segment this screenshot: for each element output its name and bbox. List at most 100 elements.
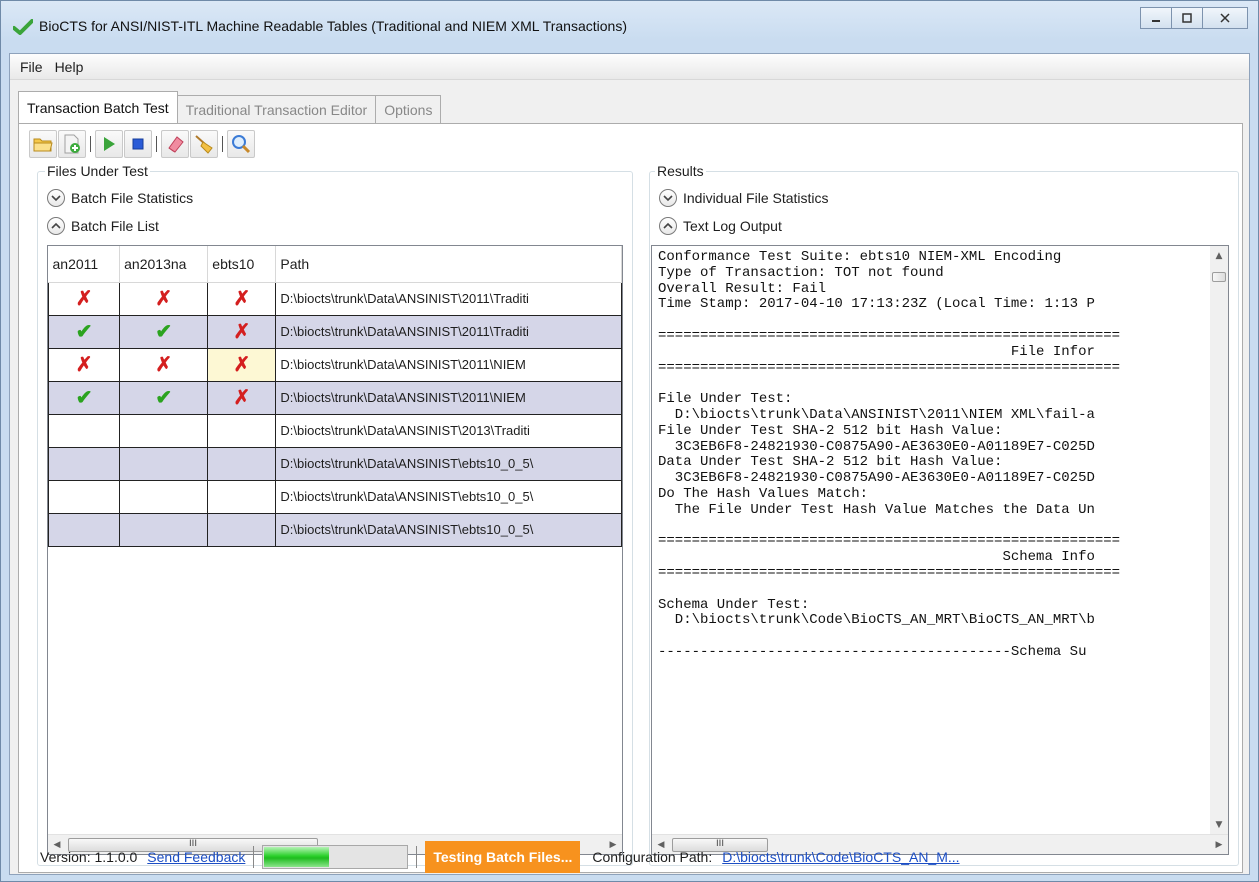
result-cell-an2013na[interactable]: ✔ [119, 314, 209, 349]
table-row[interactable]: ✗ ✗ ✗ D:\biocts\trunk\Data\ANSINIST\2011\Tr… [48, 281, 622, 316]
log-line: Time Stamp: 2017-04-10 17:13:23Z (Local … [658, 296, 1095, 313]
result-cell-ebts10[interactable]: ✗ [207, 380, 277, 415]
result-cell-an2011[interactable]: ✗ [48, 347, 121, 382]
result-cell-an2013na[interactable]: ✔ [119, 380, 209, 415]
log-line: ========================================… [658, 359, 1121, 376]
column-header-an2013na[interactable]: an2013na [119, 246, 209, 283]
log-line: 3C3EB6F8-24821930-C0875A90-AE3630E0-A011… [658, 438, 1095, 455]
text-log-output-label: Text Log Output [683, 218, 782, 234]
x-icon: ✗ [155, 354, 173, 376]
log-line: Schema Info [658, 549, 1095, 566]
x-icon: ✗ [75, 288, 93, 310]
log-vscroll-thumb[interactable] [1212, 272, 1226, 282]
scroll-up-icon[interactable]: ▲ [1210, 246, 1228, 265]
clear-button[interactable] [190, 130, 218, 158]
path-cell[interactable]: D:\biocts\trunk\Data\ANSINIST\ebts10_0_5… [275, 512, 622, 547]
result-cell-an2011[interactable]: ✔ [48, 380, 121, 415]
toolbar-separator [90, 136, 92, 152]
result-cell-an2013na[interactable]: ✗ [119, 281, 209, 316]
add-file-button[interactable] [58, 130, 86, 158]
open-button[interactable] [29, 130, 57, 158]
batch-file-statistics-label: Batch File Statistics [71, 190, 194, 206]
table-header-row: an2011 an2013na ebts10 Path [48, 246, 622, 283]
path-cell[interactable]: D:\biocts\trunk\Data\ANSINIST\2011\Tradi… [275, 314, 622, 349]
path-cell[interactable]: D:\biocts\trunk\Data\ANSINIST\2011\NIEM [275, 380, 622, 415]
batch-file-grid[interactable]: an2011 an2013na ebts10 Path ✗ ✗ ✗ D:\biocts… [47, 245, 623, 855]
run-button[interactable] [95, 130, 123, 158]
path-cell[interactable]: D:\biocts\trunk\Data\ANSINIST\2011\NIEM [275, 347, 622, 382]
result-cell-an2013na[interactable]: ✗ [119, 347, 209, 382]
result-cell-an2013na[interactable] [119, 446, 209, 481]
individual-file-statistics-expander[interactable]: Individual File Statistics [659, 189, 829, 207]
text-log-box[interactable]: Conformance Test Suite: ebts10 NIEM-XML … [651, 245, 1229, 855]
result-cell-ebts10[interactable]: ✗ [207, 314, 277, 349]
result-cell-ebts10[interactable]: ✗ [207, 281, 277, 316]
batch-file-list-expander[interactable]: Batch File List [47, 217, 159, 235]
magnifier-icon [232, 135, 251, 154]
erase-button[interactable] [161, 130, 189, 158]
result-cell-ebts10[interactable]: ✗ [207, 347, 277, 382]
result-cell-ebts10[interactable] [207, 479, 277, 514]
table-row[interactable]: D:\biocts\trunk\Data\ANSINIST\2013\Tradi… [48, 413, 622, 448]
check-icon: ✔ [75, 387, 93, 409]
result-cell-an2011[interactable] [48, 512, 121, 547]
testing-status-badge: Testing Batch Files... [425, 841, 581, 873]
table-row[interactable]: ✗ ✗ ✗ D:\biocts\trunk\Data\ANSINIST\2011\NI… [48, 347, 622, 382]
column-header-an2011[interactable]: an2011 [48, 246, 121, 283]
open-folder-icon [33, 138, 53, 152]
table-row[interactable]: D:\biocts\trunk\Data\ANSINIST\ebts10_0_5… [48, 446, 622, 481]
path-cell[interactable]: D:\biocts\trunk\Data\ANSINIST\2013\Tradi… [275, 413, 622, 448]
result-cell-an2011[interactable] [48, 479, 121, 514]
table-row[interactable]: ✔ ✔ ✗ D:\biocts\trunk\Data\ANSINIST\2011\NI… [48, 380, 622, 415]
result-cell-ebts10[interactable] [207, 413, 277, 448]
result-cell-ebts10[interactable] [207, 512, 277, 547]
log-vertical-scrollbar[interactable]: ▲ ▼ [1210, 246, 1228, 834]
menu-file[interactable]: File [14, 59, 49, 75]
stop-button[interactable] [124, 130, 152, 158]
batch-file-statistics-expander[interactable]: Batch File Statistics [47, 189, 193, 207]
result-cell-an2011[interactable] [48, 413, 121, 448]
table-row[interactable]: ✔ ✔ ✗ D:\biocts\trunk\Data\ANSINIST\2011\Tr… [48, 314, 622, 349]
configuration-path-link[interactable]: D:\biocts\trunk\Code\BioCTS_AN_M... [722, 849, 959, 865]
path-cell[interactable]: D:\biocts\trunk\Data\ANSINIST\ebts10_0_5… [275, 479, 622, 514]
title-bar[interactable]: BioCTS for ANSI/NIST-ITL Machine Readabl… [1, 1, 1258, 53]
column-header-ebts10[interactable]: ebts10 [207, 246, 277, 283]
log-line: D:\biocts\trunk\Code\BioCTS_AN_MRT\BioCT… [658, 612, 1095, 629]
result-cell-an2011[interactable]: ✗ [48, 281, 121, 316]
batch-file-list-label: Batch File List [71, 218, 159, 234]
minimize-button[interactable] [1140, 7, 1172, 29]
log-line: ========================================… [658, 564, 1121, 581]
log-line: ========================================… [658, 533, 1121, 550]
tab-strip: Transaction Batch Test Traditional Trans… [18, 91, 442, 123]
scroll-down-icon[interactable]: ▼ [1210, 815, 1228, 834]
close-button[interactable] [1202, 7, 1248, 29]
check-icon: ✔ [155, 321, 173, 343]
table-row[interactable]: D:\biocts\trunk\Data\ANSINIST\ebts10_0_5… [48, 512, 622, 547]
result-cell-an2011[interactable]: ✔ [48, 314, 121, 349]
close-icon [1220, 13, 1230, 23]
progress-fill [264, 847, 330, 867]
text-log-content[interactable]: Conformance Test Suite: ebts10 NIEM-XML … [658, 250, 1198, 790]
tab-transaction-batch-test[interactable]: Transaction Batch Test [18, 91, 178, 123]
log-line: Schema Under Test: [658, 596, 810, 613]
text-log-output-expander[interactable]: Text Log Output [659, 217, 782, 235]
path-cell[interactable]: D:\biocts\trunk\Data\ANSINIST\2011\Tradi… [275, 281, 622, 316]
column-header-path[interactable]: Path [275, 246, 622, 283]
result-cell-an2011[interactable] [48, 446, 121, 481]
result-cell-an2013na[interactable] [119, 512, 209, 547]
menu-help[interactable]: Help [49, 59, 90, 75]
path-cell[interactable]: D:\biocts\trunk\Data\ANSINIST\ebts10_0_5… [275, 446, 622, 481]
result-cell-an2013na[interactable] [119, 479, 209, 514]
result-cell-ebts10[interactable] [207, 446, 277, 481]
checkmark-app-icon [13, 19, 33, 35]
log-line: File Under Test SHA-2 512 bit Hash Value… [658, 422, 1003, 439]
tab-traditional-transaction-editor[interactable]: Traditional Transaction Editor [176, 95, 377, 123]
table-row[interactable]: D:\biocts\trunk\Data\ANSINIST\ebts10_0_5… [48, 479, 622, 514]
inspect-button[interactable] [227, 130, 255, 158]
maximize-button[interactable] [1171, 7, 1203, 29]
result-cell-an2013na[interactable] [119, 413, 209, 448]
tab-options[interactable]: Options [375, 95, 442, 123]
send-feedback-link[interactable]: Send Feedback [147, 849, 245, 865]
